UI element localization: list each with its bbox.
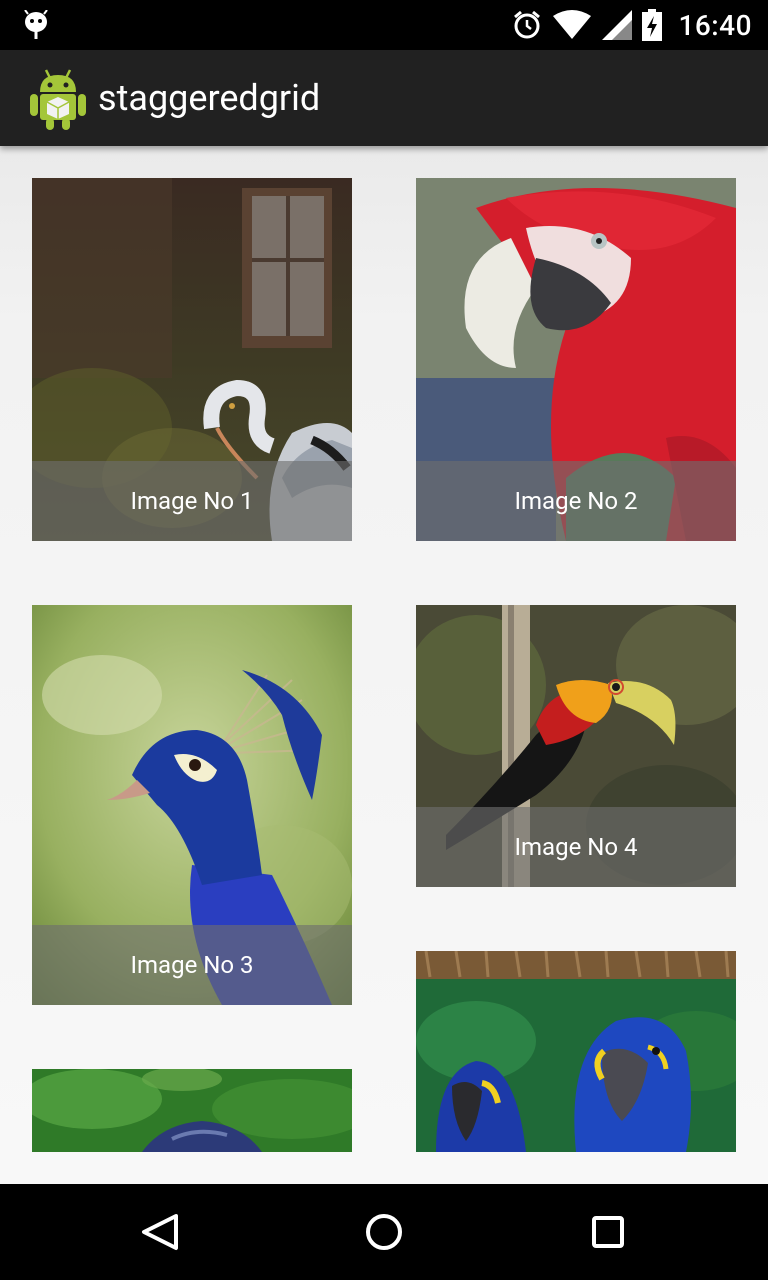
wifi-icon xyxy=(553,10,592,39)
signal-icon xyxy=(602,10,633,40)
status-time: 16:40 xyxy=(678,8,752,42)
staggered-grid[interactable]: Image No 1 Image No 2 Image No 3 Image N… xyxy=(0,146,768,1184)
recents-icon[interactable] xyxy=(578,1202,638,1262)
image-caption: Image No 4 xyxy=(416,807,736,887)
grid-item-5[interactable] xyxy=(32,1069,352,1152)
hyacinth-macaws-image xyxy=(416,951,736,1152)
grid-item-2[interactable]: Image No 2 xyxy=(416,178,736,541)
app-title: staggeredgrid xyxy=(98,77,321,119)
battery-charging-icon xyxy=(642,9,663,41)
navigation-bar xyxy=(0,1184,768,1280)
green-bird-image xyxy=(32,1069,352,1152)
app-bar: staggeredgrid xyxy=(0,50,768,146)
grid-item-6[interactable] xyxy=(416,951,736,1152)
grid-item-4[interactable]: Image No 4 xyxy=(416,605,736,887)
status-bar: 16:40 xyxy=(0,0,768,50)
grid-item-3[interactable]: Image No 3 xyxy=(32,605,352,1005)
alarm-icon xyxy=(514,10,541,39)
android-robot-icon xyxy=(30,69,86,130)
grid-item-1[interactable]: Image No 1 xyxy=(32,178,352,541)
image-caption: Image No 1 xyxy=(32,461,352,541)
home-icon[interactable] xyxy=(354,1202,414,1262)
android-debug-icon xyxy=(24,10,48,39)
back-icon[interactable] xyxy=(130,1202,190,1262)
image-caption: Image No 2 xyxy=(416,461,736,541)
image-caption: Image No 3 xyxy=(32,925,352,1005)
